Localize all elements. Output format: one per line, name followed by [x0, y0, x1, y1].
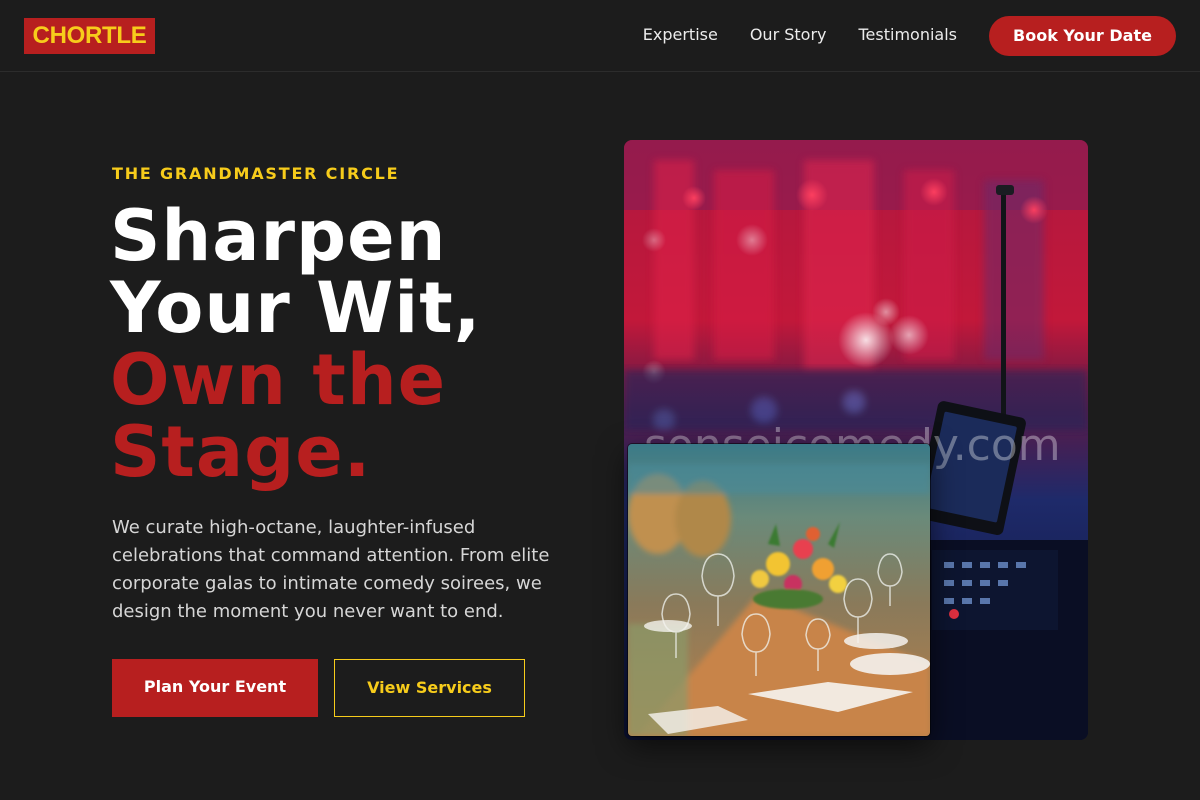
nav-links: Expertise Our Story Testimonials	[643, 24, 957, 46]
hero-description: We curate high-octane, laughter-infused …	[112, 517, 550, 622]
book-your-date-button[interactable]: Book Your Date	[989, 16, 1176, 56]
top-navigation: CHORTLE Expertise Our Story Testimonials…	[0, 0, 1200, 72]
nav-link-testimonials[interactable]: Testimonials	[859, 24, 958, 46]
hero-eyebrow: THE GRANDMASTER CIRCLE	[112, 164, 400, 183]
headline-line-2: Your Wit,	[110, 267, 482, 349]
nav-link-expertise[interactable]: Expertise	[643, 24, 718, 46]
headline-line-1: Sharpen	[110, 195, 447, 277]
brand-logo[interactable]: CHORTLE	[24, 18, 155, 54]
nav-link-our-story[interactable]: Our Story	[750, 24, 827, 46]
hero-headline: Sharpen Your Wit, Own the Stage.	[110, 200, 610, 488]
plan-your-event-button[interactable]: Plan Your Event	[112, 659, 318, 717]
view-services-button[interactable]: View Services	[334, 659, 525, 717]
dining-table-photo	[628, 444, 930, 736]
headline-line-3: Own the	[110, 339, 447, 421]
headline-line-4: Stage.	[110, 411, 372, 493]
